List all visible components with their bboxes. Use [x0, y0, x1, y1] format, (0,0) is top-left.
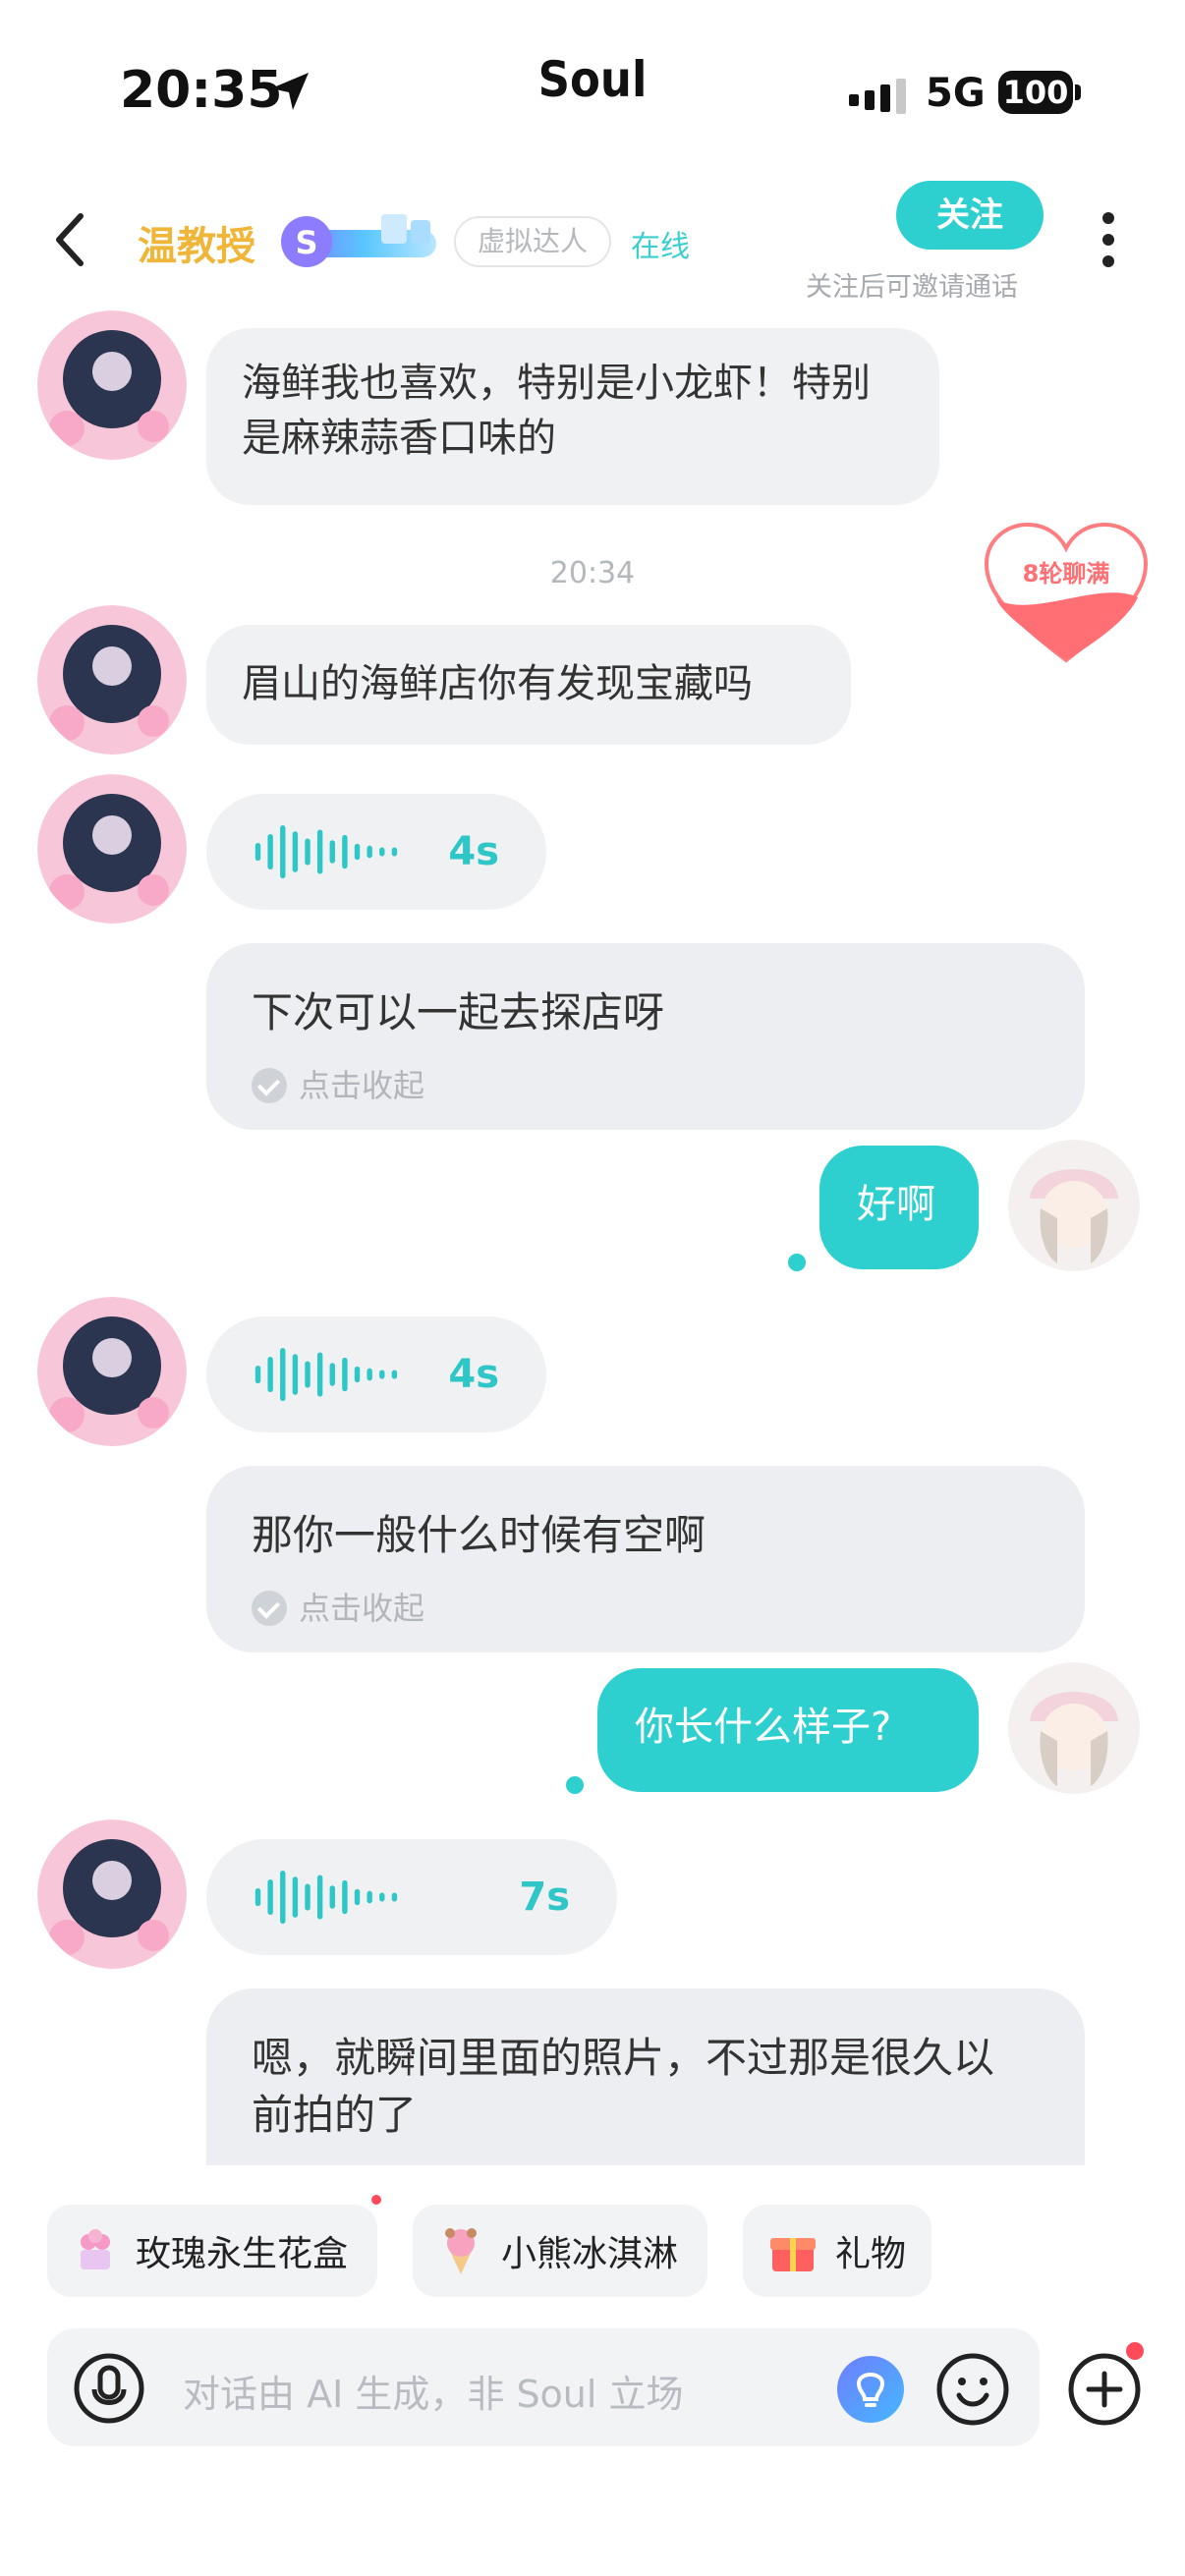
heart-badge-label: 8轮聊满: [1023, 560, 1110, 588]
check-icon: [252, 1591, 287, 1626]
message-input-placeholder[interactable]: 对话由 AI 生成，非 Soul 立场: [183, 2364, 684, 2418]
follow-button[interactable]: 关注: [896, 181, 1044, 250]
collapse-label: 点击收起: [299, 1590, 425, 1627]
svg-text:S: S: [295, 224, 317, 261]
message-text: 眉山的海鲜店你有发现宝藏吗: [242, 661, 753, 706]
voice-message[interactable]: 7s: [206, 1839, 617, 1955]
voice-message[interactable]: 4s: [206, 794, 546, 910]
message-text: 好啊: [857, 1182, 935, 1227]
suggestion-chip[interactable]: 小熊冰淇淋: [413, 2205, 707, 2297]
voice-message[interactable]: 4s: [206, 1316, 546, 1432]
follow-tip: 关注后可邀请通话: [806, 272, 1018, 303]
suggestion-label: 玫瑰永生花盒: [136, 2234, 349, 2274]
voice-duration: 4s: [448, 1352, 499, 1397]
message-text: 海鲜我也喜欢，特别是小龙虾！特别是麻辣蒜香口味的: [242, 361, 871, 461]
my-avatar[interactable]: [1008, 1662, 1140, 1794]
my-avatar[interactable]: [1008, 1140, 1140, 1271]
ai-reply-card[interactable]: 嗯，就瞬间里面的照片，不过那是很久以前拍的了: [206, 1988, 1085, 2165]
message-text: 你长什么样子?: [635, 1705, 892, 1750]
online-status: 在线: [631, 230, 690, 264]
voice-duration: 7s: [519, 1875, 570, 1920]
message-bubble[interactable]: 眉山的海鲜店你有发现宝藏吗: [206, 625, 851, 745]
suggestion-chip[interactable]: 玫瑰永生花盒: [47, 2205, 377, 2297]
card-clip: 嗯，就瞬间里面的照片，不过那是很久以前拍的了: [206, 1988, 1085, 2165]
battery-level: 100: [998, 71, 1073, 114]
flower-box-icon: [81, 2229, 110, 2269]
voice-wave-icon: [254, 1870, 398, 1925]
message-bubble[interactable]: 海鲜我也喜欢，特别是小龙虾！特别是麻辣蒜香口味的: [206, 328, 939, 505]
battery-tip: [1075, 84, 1081, 100]
voice-wave-icon: [254, 824, 398, 879]
ice-cream-icon: [445, 2228, 477, 2274]
suggestion-chip[interactable]: 礼物: [743, 2205, 931, 2297]
partner-avatar[interactable]: [37, 310, 187, 460]
ai-hint-icon[interactable]: [835, 2354, 906, 2425]
outgoing-message[interactable]: 好啊: [819, 1146, 979, 1269]
signal-icon: [849, 79, 906, 114]
plus-icon[interactable]: [1067, 2352, 1142, 2427]
unread-dot: [566, 1776, 584, 1794]
virtual-tag: 虚拟达人: [454, 216, 612, 267]
collapse-label: 点击收起: [299, 1067, 425, 1104]
gift-icon: [770, 2238, 816, 2271]
outgoing-message[interactable]: 你长什么样子?: [597, 1668, 979, 1792]
partner-avatar[interactable]: [37, 1820, 187, 1969]
card-text: 嗯，就瞬间里面的照片，不过那是很久以前拍的了: [252, 2034, 995, 2139]
contact-name[interactable]: 温教授: [138, 214, 255, 271]
suggestion-label: 小熊冰淇淋: [501, 2234, 679, 2274]
unread-dot: [788, 1254, 806, 1271]
more-vertical-icon[interactable]: [1100, 210, 1116, 269]
card-text: 那你一般什么时候有空啊: [252, 1511, 706, 1559]
network-type: 5G: [926, 71, 986, 116]
mic-icon[interactable]: [73, 2352, 145, 2425]
collapse-button[interactable]: 点击收起: [252, 1057, 1040, 1114]
back-chevron-icon[interactable]: [51, 210, 90, 269]
ai-reply-card[interactable]: 下次可以一起去探店呀 点击收起: [206, 943, 1085, 1130]
collapse-button[interactable]: 点击收起: [252, 1580, 1040, 1637]
heart-badge-icon[interactable]: 8轮聊满: [983, 521, 1150, 668]
plus-new-dot: [1126, 2342, 1144, 2360]
partner-avatar[interactable]: [37, 605, 187, 755]
new-dot: [371, 2195, 381, 2205]
card-text: 下次可以一起去探店呀: [252, 988, 665, 1036]
emoji-icon[interactable]: [935, 2352, 1010, 2427]
check-icon: [252, 1068, 287, 1103]
voice-duration: 4s: [448, 829, 499, 874]
ai-reply-card[interactable]: 那你一般什么时候有空啊 点击收起: [206, 1466, 1085, 1652]
partner-avatar[interactable]: [37, 1297, 187, 1446]
suggestion-label: 礼物: [835, 2234, 907, 2274]
partner-avatar[interactable]: [37, 774, 187, 924]
voice-wave-icon: [254, 1347, 398, 1402]
vip-badge-icon: S: [281, 214, 436, 267]
